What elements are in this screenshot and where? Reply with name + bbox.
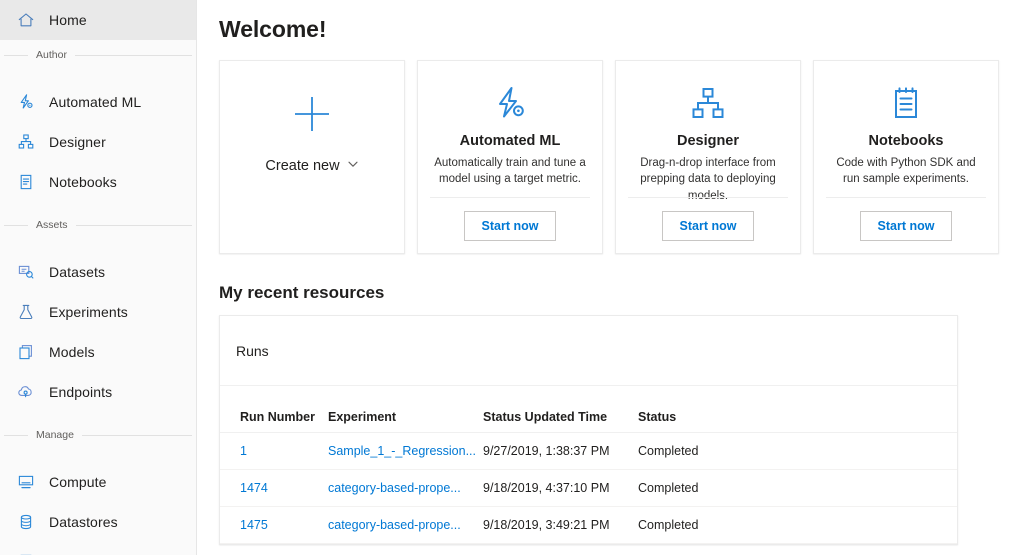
runs-table-header-bar: Runs [220,316,957,386]
sidebar-item-designer[interactable]: Designer [0,122,196,162]
group-rule-left [4,435,28,436]
experiments-icon [17,303,35,321]
sidebar-group-label: Assets [36,219,68,231]
experiment-link[interactable]: category-based-prope... [328,518,461,532]
sidebar-item-label: Datasets [49,264,105,280]
notebooks-icon [17,173,35,191]
runs-table-card: Runs Run Number Experiment Status Update… [219,315,958,545]
card-description: Drag-n-drop interface from prepping data… [616,149,800,204]
quick-start-cards: Create new [219,60,1024,254]
sidebar-item-endpoints[interactable]: Endpoints [0,372,196,412]
group-rule-left [4,55,28,56]
endpoints-icon [17,383,35,401]
designer-icon [689,81,727,127]
sidebar-item-label: Models [49,344,95,360]
models-icon [17,343,35,361]
group-rule-left [4,225,28,226]
run-number-link[interactable]: 1 [240,444,247,458]
page-title: Welcome! [219,16,1024,43]
automated-ml-icon [17,93,35,111]
sidebar-item-models[interactable]: Models [0,332,196,372]
run-number-link[interactable]: 1474 [240,481,268,495]
card-description: Code with Python SDK and run sample expe… [814,149,998,188]
create-new-card[interactable]: Create new [219,60,405,254]
create-new-label: Create new [265,158,339,174]
sidebar-item-label: Automated ML [49,94,141,110]
sidebar-group-author: Author [0,40,196,70]
group-rule-right [75,55,192,56]
datasets-icon [17,263,35,281]
sidebar-item-notebook-vms[interactable]: Notebook VMs [0,542,196,555]
sidebar-group-manage: Manage [0,420,196,450]
notebooks-start-now-button[interactable]: Start now [860,211,952,241]
sidebar-item-label: Home [49,12,87,28]
sidebar-item-label: Designer [49,134,106,150]
automated-ml-card[interactable]: Automated ML Automatically train and tun… [417,60,603,254]
status-cell: Completed [638,470,957,507]
sidebar-group-assets: Assets [0,210,196,240]
compute-icon [17,473,35,491]
sidebar-item-label: Compute [49,474,107,490]
plus-icon [289,91,335,142]
status-cell: Completed [638,433,957,470]
table-row[interactable]: 1 Sample_1_-_Regression... 9/27/2019, 1:… [220,433,957,470]
sidebar: Home Author Automated ML [0,0,197,555]
sidebar-item-label: Experiments [49,304,128,320]
sidebar-item-experiments[interactable]: Experiments [0,292,196,332]
sidebar-item-label: Datastores [49,514,118,530]
status-updated-time-cell: 9/18/2019, 4:37:10 PM [483,470,638,507]
table-row[interactable]: 1475 category-based-prope... 9/18/2019, … [220,507,957,544]
app-root: Home Author Automated ML [0,0,1024,555]
experiment-link[interactable]: Sample_1_-_Regression... [328,444,476,458]
recent-resources-title: My recent resources [219,283,1024,303]
home-icon [17,11,35,29]
column-header-status[interactable]: Status [638,386,957,433]
sidebar-item-compute[interactable]: Compute [0,462,196,502]
designer-start-now-button[interactable]: Start now [662,211,754,241]
designer-card[interactable]: Designer Drag-n-drop interface from prep… [615,60,801,254]
runs-table: Run Number Experiment Status Updated Tim… [220,386,957,544]
sidebar-item-datastores[interactable]: Datastores [0,502,196,542]
status-cell: Completed [638,507,957,544]
automated-ml-start-now-button[interactable]: Start now [464,211,556,241]
table-row[interactable]: 1474 category-based-prope... 9/18/2019, … [220,470,957,507]
runs-tab-label[interactable]: Runs [236,343,269,359]
datastores-icon [17,513,35,531]
table-header-row: Run Number Experiment Status Updated Tim… [220,386,957,433]
notebooks-icon [887,81,925,127]
card-description: Automatically train and tune a model usi… [418,149,602,188]
main-content: Welcome! Create new [197,0,1024,555]
card-title: Notebooks [869,133,944,149]
sidebar-item-home[interactable]: Home [0,0,196,40]
column-header-status-updated-time[interactable]: Status Updated Time [483,386,638,433]
notebooks-card[interactable]: Notebooks Code with Python SDK and run s… [813,60,999,254]
column-header-run-number[interactable]: Run Number [220,386,328,433]
automated-ml-icon [491,81,529,127]
run-number-link[interactable]: 1475 [240,518,268,532]
sidebar-item-datasets[interactable]: Datasets [0,252,196,292]
chevron-down-icon[interactable] [347,158,359,174]
status-updated-time-cell: 9/27/2019, 1:38:37 PM [483,433,638,470]
experiment-link[interactable]: category-based-prope... [328,481,461,495]
designer-icon [17,133,35,151]
card-title: Automated ML [460,133,561,149]
sidebar-item-automated-ml[interactable]: Automated ML [0,82,196,122]
card-title: Designer [677,133,739,149]
sidebar-item-label: Endpoints [49,384,112,400]
group-rule-right [76,225,192,226]
group-rule-right [82,435,192,436]
sidebar-item-label: Notebooks [49,174,117,190]
sidebar-group-label: Author [36,49,67,61]
sidebar-item-notebooks[interactable]: Notebooks [0,162,196,202]
sidebar-group-label: Manage [36,429,74,441]
column-header-experiment[interactable]: Experiment [328,386,483,433]
status-updated-time-cell: 9/18/2019, 3:49:21 PM [483,507,638,544]
